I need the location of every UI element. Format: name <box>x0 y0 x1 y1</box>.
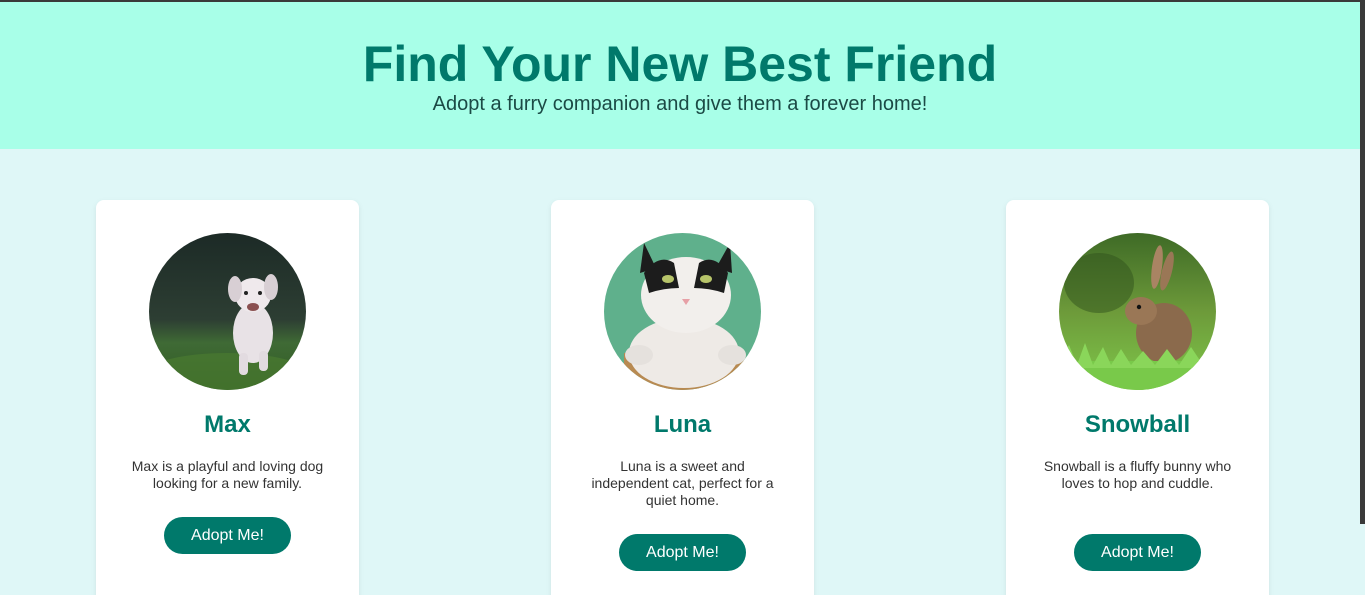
dog-photo <box>149 233 306 390</box>
pet-card-max: Max Max is a playful and loving dog look… <box>96 200 359 595</box>
pet-description: Snowball is a fluffy bunny who loves to … <box>1043 458 1232 491</box>
adopt-button[interactable]: Adopt Me! <box>1074 534 1201 571</box>
adopt-button[interactable]: Adopt Me! <box>619 534 746 571</box>
page-header: Find Your New Best Friend Adopt a furry … <box>0 2 1360 149</box>
page-title: Find Your New Best Friend <box>362 36 998 92</box>
adopt-button[interactable]: Adopt Me! <box>164 517 291 554</box>
rabbit-photo <box>1059 233 1216 390</box>
pet-name: Luna <box>653 411 712 438</box>
pet-card-luna: Luna Luna is a sweet and independent cat… <box>551 200 814 595</box>
pet-description: Max is a playful and loving dog looking … <box>131 458 324 491</box>
pet-name: Max <box>204 411 251 438</box>
pet-description: Luna is a sweet and independent cat, per… <box>591 458 774 508</box>
scrollbar[interactable] <box>1360 2 1365 524</box>
cat-photo <box>604 233 761 390</box>
page-subtitle: Adopt a furry companion and give them a … <box>432 93 928 115</box>
pet-name: Snowball <box>1084 411 1191 438</box>
pet-card-snowball: Snowball Snowball is a fluffy bunny who … <box>1006 200 1269 595</box>
